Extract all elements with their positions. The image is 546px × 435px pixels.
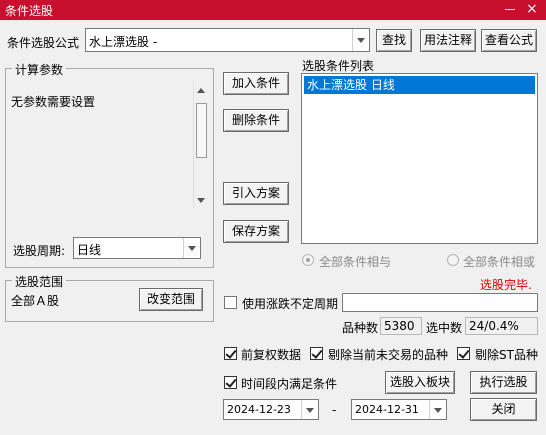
logic-or-label: 全部条件相或 <box>463 255 536 269</box>
forward-adjust-label: 前复权数据 <box>241 348 302 362</box>
params-scrollbar[interactable] <box>193 83 208 208</box>
execute-button[interactable]: 执行选股 <box>470 371 537 394</box>
logic-or-radio[interactable] <box>447 254 459 266</box>
formula-dropdown-icon[interactable] <box>352 29 369 51</box>
delete-condition-button[interactable]: 删除条件 <box>223 109 289 132</box>
start-date-dropdown-icon[interactable] <box>301 400 318 419</box>
status-text: 选股完毕. <box>480 278 532 292</box>
species-count-value: 5380 <box>380 317 422 335</box>
title-bar[interactable]: 条件选股 × <box>0 0 546 20</box>
window-title: 条件选股 <box>5 4 54 18</box>
formula-label: 条件选股公式 <box>7 36 80 50</box>
range-title: 选股范围 <box>12 273 67 290</box>
change-range-button[interactable]: 改变范围 <box>139 288 203 311</box>
indefinite-period-label: 使用涨跌不定周期 <box>242 297 339 311</box>
to-block-button[interactable]: 选股入板块 <box>385 371 455 394</box>
range-value: 全部Ａ股 <box>11 294 60 308</box>
period-label: 选股周期: <box>13 244 66 258</box>
scroll-thumb[interactable] <box>196 103 207 158</box>
end-date-dropdown-icon[interactable] <box>429 400 446 419</box>
selected-count-value: 24/0.4% <box>465 317 538 335</box>
start-date-picker[interactable]: 2024-12-23 <box>223 399 319 420</box>
condition-list[interactable]: 水上漂选股 日线 <box>301 73 538 244</box>
species-count-label: 品种数 <box>342 321 379 335</box>
indefinite-period-checkbox[interactable] <box>224 296 237 309</box>
import-plan-button[interactable]: 引入方案 <box>223 182 289 205</box>
period-dropdown-icon[interactable] <box>183 238 200 258</box>
find-button[interactable]: 查找 <box>376 29 412 52</box>
forward-adjust-checkbox[interactable] <box>224 347 237 360</box>
date-separator: - <box>332 403 337 417</box>
condition-list-title: 选股条件列表 <box>302 59 375 73</box>
start-date-value: 2024-12-23 <box>227 403 291 416</box>
scroll-up-icon[interactable] <box>197 88 205 93</box>
minimize-icon[interactable] <box>505 9 515 10</box>
save-plan-button[interactable]: 保存方案 <box>223 220 289 243</box>
end-date-value: 2024-12-31 <box>355 403 419 416</box>
formula-value: 水上漂选股 - <box>89 35 158 49</box>
indefinite-period-input[interactable] <box>342 293 538 312</box>
exclude-st-checkbox[interactable] <box>457 347 470 360</box>
logic-and-radio[interactable] <box>302 254 314 266</box>
period-satisfy-checkbox[interactable] <box>224 376 237 389</box>
period-value: 日线 <box>77 243 102 257</box>
params-text: 无参数需要设置 <box>11 95 96 109</box>
selected-count-label: 选中数 <box>426 321 463 335</box>
period-select[interactable]: 日线 <box>73 237 201 259</box>
end-date-picker[interactable]: 2024-12-31 <box>351 399 447 420</box>
close-button[interactable]: 关闭 <box>470 398 537 421</box>
view-formula-button[interactable]: 查看公式 <box>481 29 537 52</box>
period-satisfy-label: 时间段内满足条件 <box>241 377 338 391</box>
calc-params-title: 计算参数 <box>12 61 67 78</box>
logic-and-label: 全部条件相与 <box>319 255 392 269</box>
condition-item[interactable]: 水上漂选股 日线 <box>304 76 535 94</box>
exclude-st-label: 剔除ST品种 <box>475 348 538 362</box>
scroll-down-icon[interactable] <box>197 198 205 203</box>
formula-select[interactable]: 水上漂选股 - <box>85 28 370 52</box>
exclude-untraded-label: 剔除当前未交易的品种 <box>328 348 449 362</box>
close-icon[interactable]: × <box>526 1 538 17</box>
usage-notes-button[interactable]: 用法注释 <box>420 29 476 52</box>
add-condition-button[interactable]: 加入条件 <box>223 72 289 95</box>
exclude-untraded-checkbox[interactable] <box>310 347 323 360</box>
